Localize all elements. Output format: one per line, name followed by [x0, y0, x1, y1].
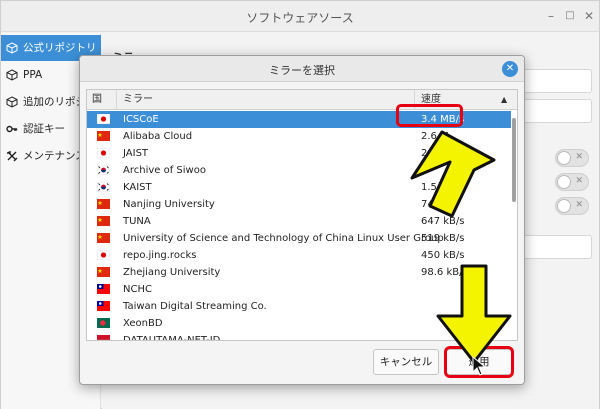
mouse-cursor-icon [472, 356, 487, 376]
mirror-name: Archive of Siwoo [123, 165, 206, 176]
id-flag-icon [97, 335, 110, 340]
mirror-name: Nanjing University [123, 199, 215, 210]
toggle-off-icon: ✕ [575, 152, 583, 162]
sidebar-item-label: 公式リポジトリ [23, 42, 97, 54]
column-header-country[interactable]: 国 [87, 90, 117, 110]
down-arrow-annotation [436, 264, 512, 364]
package-icon [6, 42, 18, 54]
mirror-name: XeonBD [123, 318, 163, 329]
minimize-button[interactable]: – [543, 8, 559, 24]
mirror-name: JAIST [123, 148, 149, 159]
mirror-name: repo.jing.rocks [123, 250, 197, 261]
kr-flag-icon [97, 182, 110, 192]
package-icon [6, 96, 18, 108]
tw-flag-icon [97, 301, 110, 311]
mirror-name: DATAUTAMA-NET-ID [123, 335, 221, 341]
mirror-name: Taiwan Digital Streaming Co. [123, 301, 267, 312]
toggle-knob [557, 151, 571, 165]
toggle-switch[interactable]: ✕ [555, 173, 589, 191]
sort-ascending-icon: ▲ [501, 95, 508, 104]
mirror-name: KAIST [123, 182, 152, 193]
sidebar-item-label: メンテナンス [23, 150, 86, 162]
mirror-name: Alibaba Cloud [123, 131, 193, 142]
mirror-name: Zhejiang University [123, 267, 221, 278]
jp-flag-icon [97, 148, 110, 158]
mirror-name: University of Science and Technology of … [123, 233, 444, 244]
mirror-speed: 519 kB/s [421, 233, 465, 244]
cn-flag-icon [97, 131, 110, 141]
cn-flag-icon [97, 216, 110, 226]
up-arrow-annotation [410, 130, 496, 218]
column-header-mirror[interactable]: ミラー [117, 90, 415, 110]
tw-flag-icon [97, 284, 110, 294]
mirror-row[interactable]: University of Science and Technology of … [87, 230, 511, 247]
jp-flag-icon [97, 114, 110, 124]
package-icon [6, 69, 18, 81]
jp-flag-icon [97, 250, 110, 260]
mirror-name: ICSCoE [123, 114, 159, 125]
cn-flag-icon [97, 267, 110, 277]
dialog-titlebar: ミラーを選択 ✕ [80, 56, 524, 82]
window-title: ソフトウェアソース [246, 11, 354, 25]
key-icon [6, 125, 18, 133]
sidebar-item-label: 認証キー [23, 123, 65, 135]
kr-flag-icon [97, 165, 110, 175]
toggle-off-icon: ✕ [575, 200, 583, 210]
cn-flag-icon [97, 199, 110, 209]
scroll-thumb[interactable] [512, 118, 516, 202]
sidebar-item-label: PPA [23, 69, 43, 81]
mirror-name: TUNA [123, 216, 151, 227]
dialog-title: ミラーを選択 [269, 64, 335, 77]
toggle-off-icon: ✕ [575, 176, 583, 186]
bd-flag-icon [97, 318, 110, 328]
tools-icon [7, 151, 18, 162]
cn-flag-icon [97, 233, 110, 243]
toggle-knob [557, 175, 571, 189]
dialog-close-button[interactable]: ✕ [502, 61, 518, 77]
window-titlebar: ソフトウェアソース – □ ✕ [1, 1, 599, 32]
maximize-button[interactable]: □ [562, 8, 578, 24]
toggle-knob [557, 199, 571, 213]
close-button[interactable]: ✕ [581, 8, 597, 24]
toggle-switch[interactable]: ✕ [555, 149, 589, 167]
toggle-switch[interactable]: ✕ [555, 197, 589, 215]
mirror-name: NCHC [123, 284, 152, 295]
